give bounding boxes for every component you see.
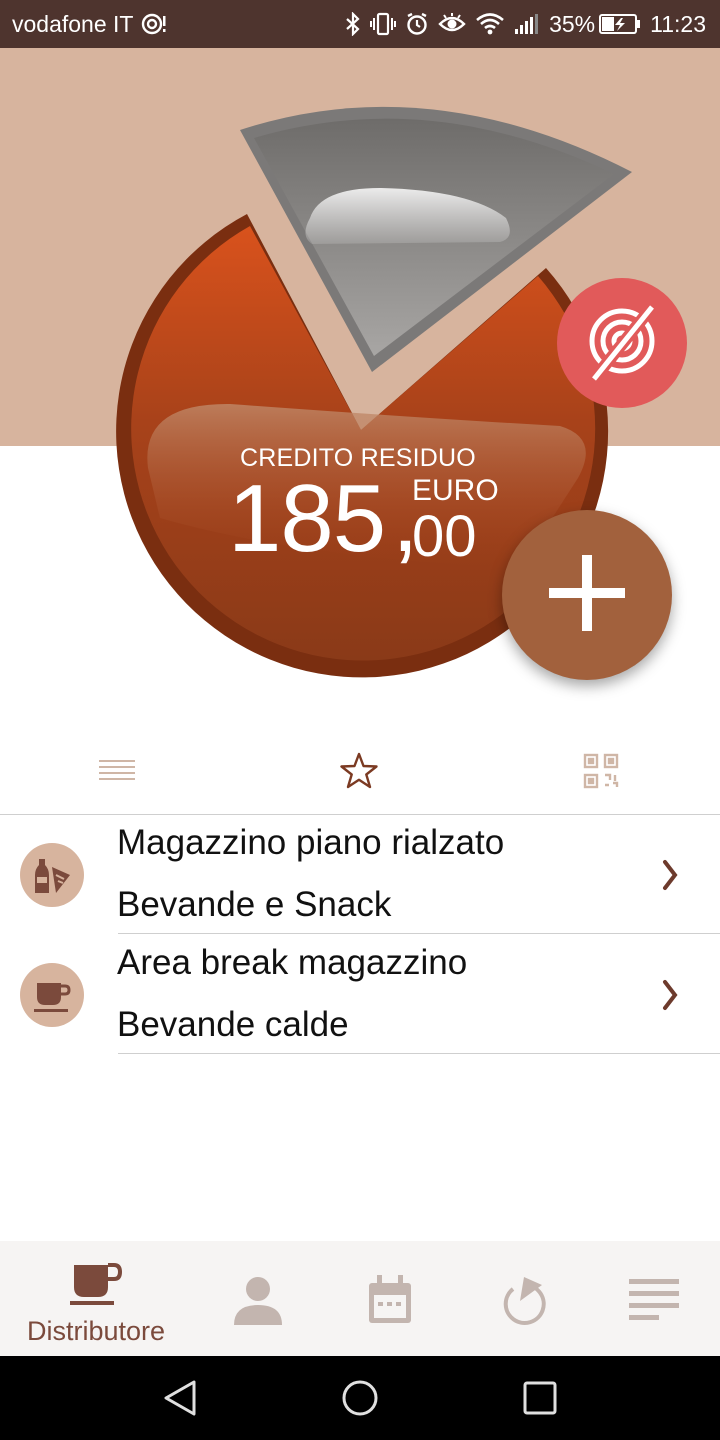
list-divider xyxy=(118,933,720,934)
list-icon xyxy=(99,758,135,789)
nav-label: Distributore xyxy=(26,1316,166,1346)
tab-qr-scan[interactable] xyxy=(576,748,626,798)
system-navigation-bar xyxy=(0,1356,720,1440)
chevron-right-icon xyxy=(655,855,685,895)
wifi-icon xyxy=(475,12,505,36)
carrier-name: vodafone IT xyxy=(12,10,134,37)
battery-group: 35% xyxy=(549,11,641,38)
tab-list-view[interactable] xyxy=(92,748,142,798)
list-item-title: Magazzino piano rialzato xyxy=(117,823,505,862)
status-icons: 35% 11:23 xyxy=(345,11,706,38)
qr-code-icon xyxy=(583,753,619,794)
battery-percentage: 35% xyxy=(549,10,596,37)
nav-item-history[interactable] xyxy=(472,1241,572,1356)
list-item[interactable]: Magazzino piano rialzato Bevande e Snack xyxy=(0,815,720,935)
plus-icon xyxy=(547,553,627,638)
list-item[interactable]: Area break magazzino Bevande calde xyxy=(0,935,720,1055)
carrier-group: vodafone IT xyxy=(12,11,167,38)
battery-charging-icon xyxy=(599,13,641,35)
star-icon xyxy=(339,752,379,795)
nfc-off-icon xyxy=(580,299,664,388)
user-icon xyxy=(233,1275,283,1330)
nav-item-calendar[interactable] xyxy=(340,1241,440,1356)
filter-tabs xyxy=(0,730,720,815)
nav-item-profile[interactable] xyxy=(208,1241,308,1356)
calendar-icon xyxy=(367,1275,413,1330)
vibrate-icon xyxy=(370,12,397,36)
list-divider xyxy=(118,1053,720,1054)
history-icon xyxy=(498,1275,546,1330)
bottom-navigation: Distributore xyxy=(0,1241,720,1356)
add-credit-button[interactable] xyxy=(502,510,672,680)
signal-icon xyxy=(514,13,540,35)
bluetooth-icon xyxy=(345,12,361,36)
coffee-cup-icon xyxy=(70,1259,123,1312)
list-item-subtitle: Bevande calde xyxy=(117,1005,349,1044)
tab-favorites[interactable] xyxy=(334,748,384,798)
menu-icon xyxy=(629,1277,679,1326)
coffee-cup-icon xyxy=(20,963,84,1027)
nav-item-menu[interactable] xyxy=(604,1241,704,1356)
credit-amount-decimal: 00 xyxy=(412,504,477,569)
home-icon[interactable] xyxy=(338,1376,382,1420)
nfc-icon xyxy=(141,13,167,35)
nav-item-distributore[interactable]: Distributore xyxy=(14,1241,178,1356)
back-icon[interactable] xyxy=(158,1376,202,1420)
chevron-right-icon xyxy=(655,975,685,1015)
list-item-title: Area break magazzino xyxy=(117,943,468,982)
recents-icon[interactable] xyxy=(518,1376,562,1420)
clock: 11:23 xyxy=(650,10,706,37)
alarm-icon xyxy=(405,12,429,36)
status-bar: vodafone IT 35% 11:23 xyxy=(0,0,720,48)
nfc-toggle-button[interactable] xyxy=(557,278,687,408)
credit-currency: EURO xyxy=(412,474,499,507)
credit-amount-integer: 185 xyxy=(228,465,386,572)
eye-icon xyxy=(438,13,466,35)
list-item-subtitle: Bevande e Snack xyxy=(117,885,392,924)
drink-snack-icon xyxy=(20,843,84,907)
